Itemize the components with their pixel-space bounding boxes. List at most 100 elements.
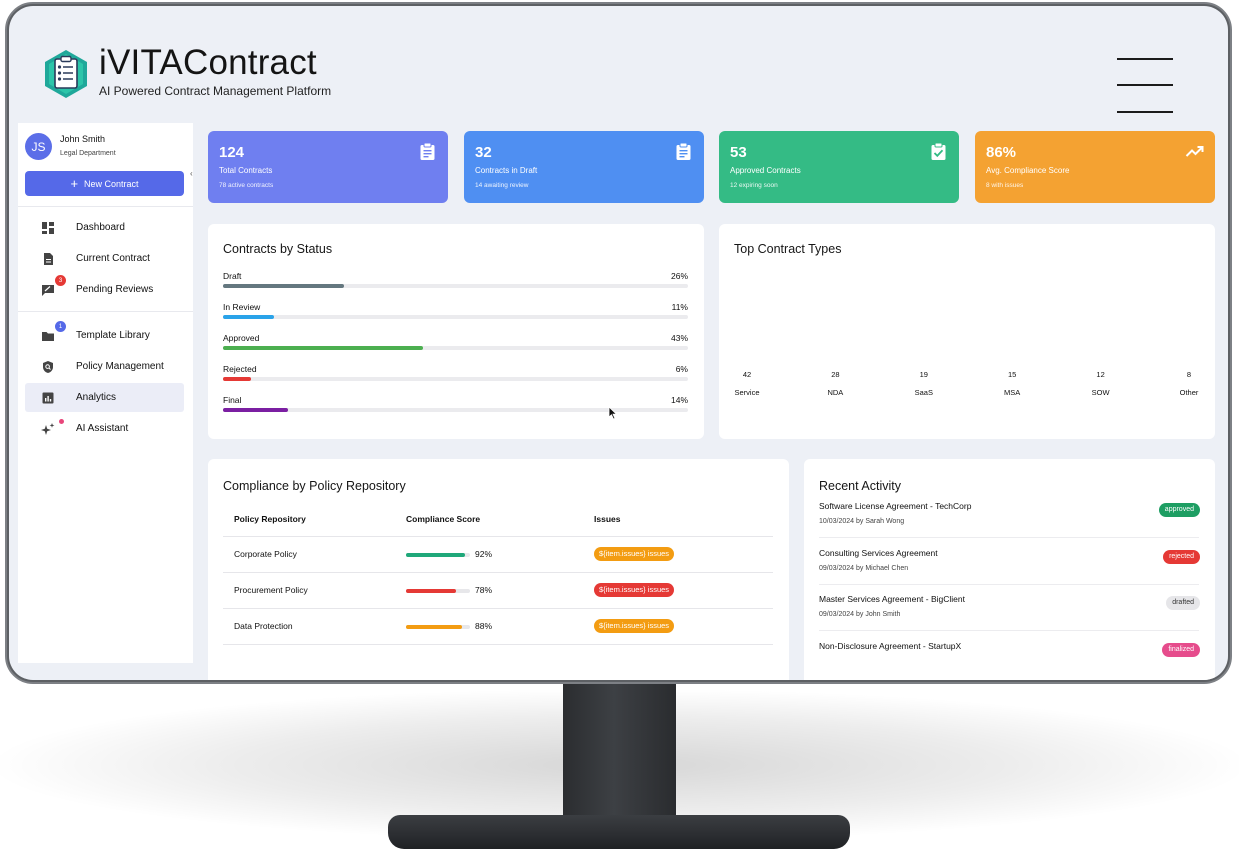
- stat-value: 86%: [986, 144, 1017, 161]
- activity-title[interactable]: Software License Agreement - TechCorp: [819, 501, 971, 511]
- activity-title[interactable]: Consulting Services Agreement: [819, 548, 938, 558]
- status-progress-fill: [223, 315, 275, 319]
- status-label: In Review: [223, 302, 261, 312]
- mouse-cursor-icon: [608, 406, 618, 420]
- contract-logo-icon: [45, 50, 87, 98]
- sidebar-item-label: Template Library: [76, 330, 150, 341]
- activity-status-badge: finalized: [1162, 642, 1200, 657]
- sparkle-icon: [41, 423, 55, 435]
- status-percent: 43%: [670, 333, 688, 343]
- hamburger-menu-icon[interactable]: [1117, 56, 1175, 116]
- activity-meta: 09/03/2024 by Michael Chen: [819, 564, 909, 572]
- contract-type-count: 42: [742, 370, 752, 379]
- sidebar-item-label: Pending Reviews: [76, 284, 154, 295]
- clipboard-icon: [420, 142, 435, 160]
- contract-type-count: 8: [1186, 370, 1192, 379]
- score-progress-fill: [406, 589, 456, 593]
- stat-sub: 12 expiring soon: [730, 182, 778, 189]
- stat-sub: 78 active contracts: [219, 182, 274, 189]
- monitor-stand-neck: [563, 676, 676, 826]
- contract-type-count: 28: [831, 370, 840, 379]
- table-row-divider: [223, 644, 773, 645]
- score-percent: 92%: [475, 549, 493, 559]
- sidebar-divider: [18, 311, 193, 312]
- activity-status-badge: drafted: [1166, 596, 1200, 610]
- repository-name: Corporate Policy: [234, 549, 297, 559]
- sidebar-item-pending-reviews[interactable]: 3 Pending Reviews: [25, 275, 184, 304]
- review-icon: [42, 285, 54, 296]
- status-label: Approved: [223, 333, 260, 343]
- app-subtitle: AI Powered Contract Management Platform: [99, 84, 332, 98]
- sidebar-item-label: AI Assistant: [76, 423, 129, 434]
- status-progress-fill: [223, 284, 344, 288]
- contract-type-count: 19: [919, 370, 928, 379]
- sidebar-item-dashboard[interactable]: Dashboard: [25, 213, 184, 242]
- status-progress-track: [223, 284, 688, 288]
- status-percent: 14%: [670, 395, 688, 405]
- sidebar-item-policy-management[interactable]: Policy Management: [25, 352, 184, 381]
- stat-label: Contracts in Draft: [475, 166, 538, 175]
- stat-card-approved-contracts[interactable]: 53 Approved Contracts 12 expiring soon: [719, 131, 959, 203]
- status-progress-track: [223, 408, 688, 412]
- status-progress-fill: [223, 408, 289, 412]
- sidebar-item-current-contract[interactable]: Current Contract: [25, 244, 184, 273]
- status-label: Draft: [223, 271, 242, 281]
- activity-divider: [819, 537, 1199, 538]
- top-contract-types-panel: Top Contract Types 42 Service 28 NDA 19 SaaS 1…: [719, 224, 1215, 439]
- status-percent: 26%: [670, 271, 688, 281]
- avatar[interactable]: JS: [25, 133, 52, 160]
- status-progress-fill: [223, 377, 251, 381]
- sidebar-divider: [18, 206, 193, 207]
- sidebar-item-analytics[interactable]: Analytics: [25, 383, 184, 412]
- shield-icon: [43, 361, 53, 373]
- new-contract-button[interactable]: + New Contract: [25, 171, 184, 196]
- status-progress-track: [223, 346, 688, 350]
- activity-title[interactable]: Non-Disclosure Agreement - StartupX: [819, 641, 961, 651]
- repository-name: Procurement Policy: [234, 585, 308, 595]
- clipboard-icon: [676, 142, 691, 160]
- status-progress-track: [223, 377, 688, 381]
- ai-assistant-notification-dot: [59, 419, 64, 424]
- issues-badge[interactable]: ${item.issues} issues: [594, 547, 675, 561]
- stat-card-compliance-score[interactable]: 86% Avg. Compliance Score 8 with issues: [975, 131, 1215, 203]
- template-library-badge: 1: [55, 321, 66, 332]
- recent-activity-panel: Recent Activity Software License Agreeme…: [804, 459, 1215, 680]
- panel-title: Compliance by Policy Repository: [223, 479, 406, 493]
- sidebar-item-label: Policy Management: [76, 361, 164, 372]
- plus-icon: +: [70, 176, 79, 191]
- table-header-divider: [223, 536, 773, 537]
- activity-meta: 09/03/2024 by John Smith: [819, 611, 901, 618]
- status-progress-fill: [223, 346, 423, 350]
- status-label: Final: [223, 395, 242, 405]
- score-progress-track: [406, 553, 470, 557]
- stat-card-contracts-in-draft[interactable]: 32 Contracts in Draft 14 awaiting review: [464, 131, 704, 203]
- sidebar-item-template-library[interactable]: 1 Template Library: [25, 321, 184, 350]
- status-percent: 11%: [671, 302, 688, 312]
- stat-label: Avg. Compliance Score: [986, 166, 1070, 175]
- stat-value: 53: [730, 144, 747, 161]
- sidebar-item-ai-assistant[interactable]: AI Assistant: [25, 414, 184, 443]
- score-progress-track: [406, 589, 470, 593]
- compliance-panel: Compliance by Policy Repository Policy R…: [208, 459, 789, 680]
- activity-meta: 10/03/2024 by Sarah Wong: [819, 518, 905, 525]
- activity-title[interactable]: Master Services Agreement - BigClient: [819, 594, 965, 604]
- stat-value: 32: [475, 144, 492, 161]
- issues-badge[interactable]: ${item.issues} issues: [594, 583, 675, 597]
- folder-icon: [42, 332, 54, 341]
- stat-card-total-contracts[interactable]: 124 Total Contracts 78 active contracts: [208, 131, 448, 203]
- sidebar-item-label: Current Contract: [76, 253, 150, 264]
- dashboard-icon: [42, 222, 54, 234]
- app-screen: iVITAContract AI Powered Contract Manage…: [9, 6, 1228, 680]
- sidebar-item-label: Analytics: [76, 392, 117, 403]
- score-percent: 78%: [475, 585, 493, 595]
- column-header-issues: Issues: [594, 514, 621, 524]
- collapse-sidebar-icon[interactable]: ‹: [190, 169, 193, 178]
- contracts-by-status-panel: Contracts by Status Draft 26% In Review 11%…: [208, 224, 704, 439]
- score-progress-track: [406, 625, 470, 629]
- document-icon: [44, 253, 53, 265]
- monitor-stand-base: [388, 815, 850, 849]
- contract-type-name: NDA: [827, 388, 844, 397]
- issues-badge[interactable]: ${item.issues} issues: [594, 619, 675, 633]
- score-progress-fill: [406, 553, 465, 557]
- activity-status-badge: approved: [1158, 503, 1200, 517]
